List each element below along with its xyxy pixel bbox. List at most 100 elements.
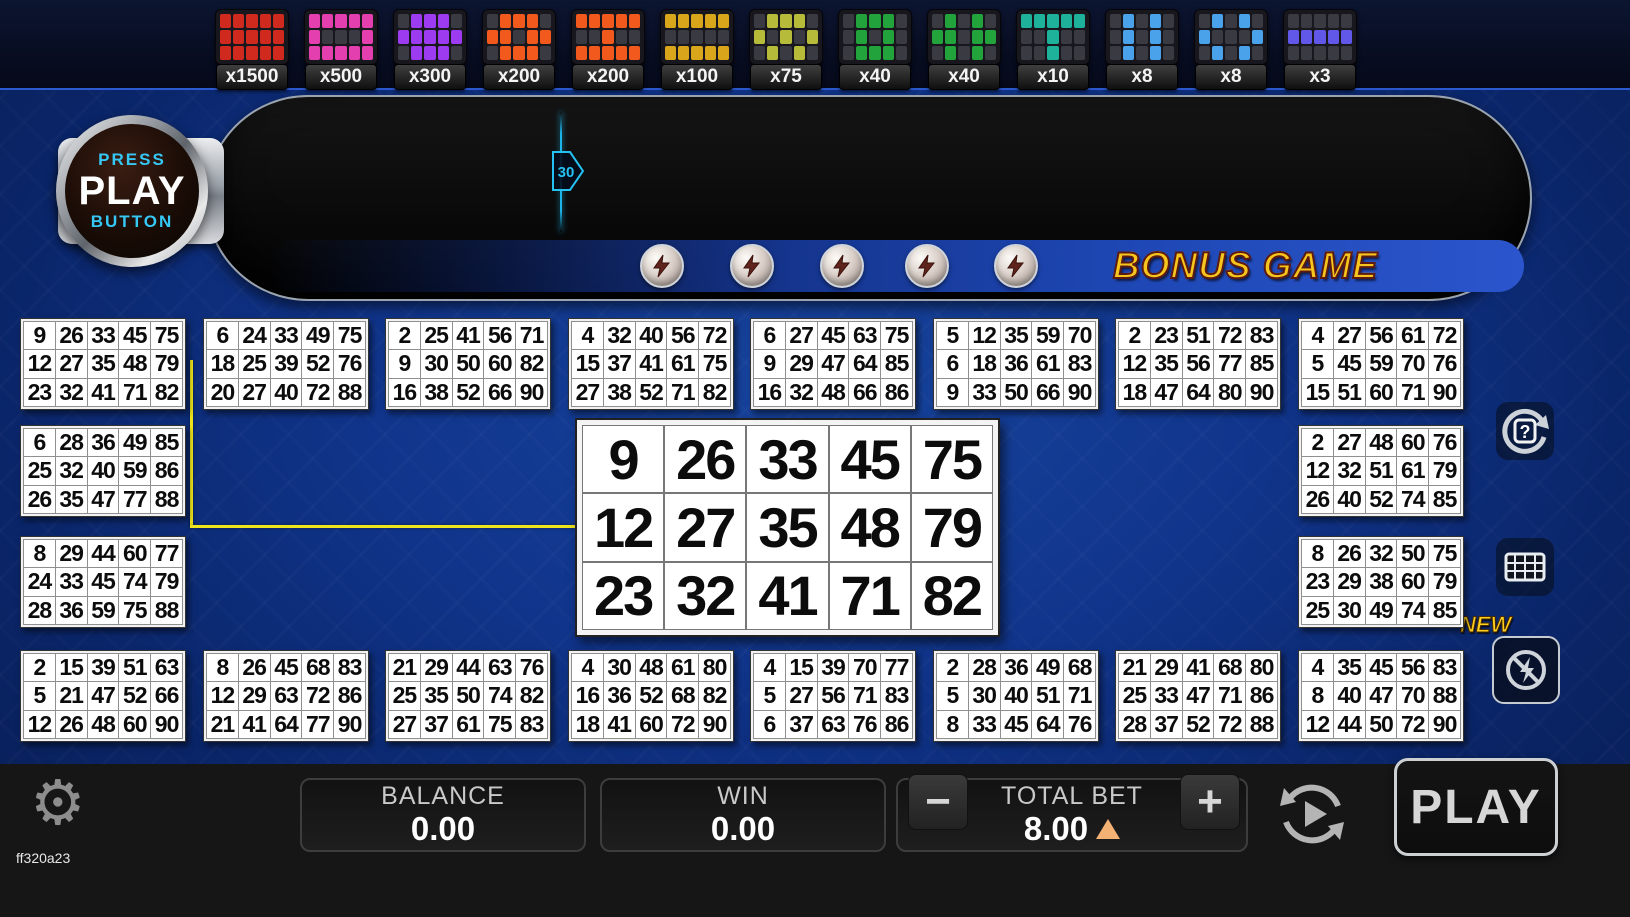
bingo-number: 72 (699, 322, 730, 349)
bingo-number: 61 (667, 350, 698, 377)
bingo-number: 47 (1366, 682, 1397, 709)
pattern-cell (273, 30, 284, 44)
bingo-card-right-1[interactable]: 22748607612325161792640527485 (1298, 425, 1464, 517)
bingo-card-top-6[interactable]: 512355970618366183933506690 (933, 318, 1099, 410)
bingo-card-top-7[interactable]: 22351728312355677851847648090 (1115, 318, 1281, 410)
help-button[interactable]: ? (1496, 402, 1554, 460)
bingo-number: 8 (1302, 682, 1333, 709)
bingo-number: 83 (1246, 322, 1277, 349)
bingo-card-top-8[interactable]: 4275661725455970761551607190 (1298, 318, 1464, 410)
multiplier-pattern (571, 9, 645, 65)
bingo-card-bottom-8[interactable]: 4354556838404770881244507290 (1298, 650, 1464, 742)
bingo-card-top-1[interactable]: 92633457512273548792332417182 (20, 318, 186, 410)
bingo-number: 61 (1397, 322, 1428, 349)
multiplier-label: x200 (483, 64, 555, 90)
bingo-number: 40 (88, 457, 119, 484)
bingo-number: 76 (849, 711, 880, 738)
pattern-cell (896, 14, 907, 28)
bingo-number: 83 (1429, 654, 1460, 681)
bingo-number: 61 (667, 654, 698, 681)
pattern-cell (767, 46, 778, 60)
bingo-number: 6 (207, 322, 238, 349)
bingo-number: 48 (818, 379, 849, 406)
pattern-cell (362, 46, 373, 60)
pattern-cell (958, 46, 969, 60)
bingo-number: 82 (912, 563, 992, 629)
bingo-number: 60 (636, 711, 667, 738)
bingo-number: 52 (453, 379, 484, 406)
bingo-number: 18 (969, 350, 1000, 377)
bingo-number: 32 (604, 322, 635, 349)
pattern-cell (602, 14, 613, 28)
bingo-number: 15 (786, 654, 817, 681)
press-play-button[interactable]: PRESS PLAY BUTTON (56, 115, 208, 267)
multiplier-tile-x200: x200 (571, 9, 645, 90)
bingo-number: 90 (1064, 379, 1095, 406)
bingo-number: 41 (747, 563, 827, 629)
bingo-grid: 4354556838404770881244507290 (1301, 653, 1461, 739)
multiplier-label: x300 (394, 64, 466, 90)
bingo-card-left-1[interactable]: 62836498525324059862635477788 (20, 425, 186, 517)
bingo-card-bottom-4[interactable]: 43048618016365268821841607290 (568, 650, 734, 742)
bingo-number: 77 (302, 711, 333, 738)
pattern-cell (362, 30, 373, 44)
bingo-card-top-4[interactable]: 43240567215374161752738527182 (568, 318, 734, 410)
bingo-card-top-2[interactable]: 62433497518253952762027407288 (203, 318, 369, 410)
bingo-grid: 82645688312296372862141647790 (206, 653, 366, 739)
bingo-number: 9 (937, 379, 968, 406)
multiplier-label: x500 (305, 64, 377, 90)
bingo-number: 71 (516, 322, 547, 349)
multiplier-tile-x300: x300 (393, 9, 467, 90)
bingo-number: 27 (389, 711, 420, 738)
bingo-card-bottom-1[interactable]: 2153951635214752661226486090 (20, 650, 186, 742)
pattern-cell (883, 30, 894, 44)
pattern-cell (513, 30, 524, 44)
bingo-card-bottom-6[interactable]: 228364968530405171833456476 (933, 650, 1099, 742)
total-bet-label: TOTAL BET (1001, 783, 1143, 811)
bingo-number: 12 (207, 682, 238, 709)
multiplier-label: x3 (1284, 64, 1356, 90)
bingo-number: 26 (665, 426, 745, 492)
turbo-toggle-button[interactable] (1492, 636, 1560, 704)
bonus-progress-bar: BONUS GAME (268, 240, 1524, 292)
bingo-number: 68 (1064, 654, 1095, 681)
play-button[interactable]: PLAY (1394, 758, 1558, 856)
bingo-card-top-5[interactable]: 6274563759294764851632486686 (750, 318, 916, 410)
autoplay-button[interactable] (1272, 774, 1352, 854)
bingo-grid: 43048618016365268821841607290 (571, 653, 731, 739)
bingo-number: 33 (969, 379, 1000, 406)
card-view-button[interactable] (1496, 538, 1554, 596)
multiplier-tile-x500: x500 (304, 9, 378, 90)
bingo-card-bottom-2[interactable]: 82645688312296372862141647790 (203, 650, 369, 742)
bet-increase-button[interactable]: + (1180, 774, 1240, 830)
bingo-number: 40 (636, 322, 667, 349)
lightning-icon (1004, 254, 1028, 278)
bingo-number: 41 (604, 711, 635, 738)
bingo-number: 36 (88, 429, 119, 456)
bingo-card-top-3[interactable]: 2254156719305060821638526690 (385, 318, 551, 410)
pattern-cell (1252, 30, 1263, 44)
bingo-card-bottom-5[interactable]: 415397077527567183637637686 (750, 650, 916, 742)
bingo-card-right-2[interactable]: 82632507523293860792530497485 (1298, 536, 1464, 628)
pattern-cell (856, 30, 867, 44)
pattern-cell (1225, 46, 1236, 60)
bet-decrease-button[interactable]: − (908, 774, 968, 830)
bingo-card-left-2[interactable]: 82944607724334574792836597588 (20, 536, 186, 628)
bingo-number: 85 (1246, 350, 1277, 377)
bingo-card-bottom-7[interactable]: 212941688025334771862837527288 (1115, 650, 1281, 742)
pattern-cell (1061, 14, 1072, 28)
pattern-cell (691, 30, 702, 44)
bingo-number: 4 (754, 654, 785, 681)
bingo-number: 30 (604, 654, 635, 681)
pattern-cell (932, 46, 943, 60)
pattern-cell (945, 30, 956, 44)
pattern-cell (616, 14, 627, 28)
bingo-number: 35 (56, 486, 87, 513)
bottom-bar: ⚙ ff320a23 BALANCE 0.00 WIN 0.00 TOTAL B… (0, 764, 1630, 917)
total-bet-value-row: 8.00 (1024, 811, 1120, 847)
pattern-cell (500, 14, 511, 28)
pattern-cell (1163, 46, 1174, 60)
settings-gear-button[interactable]: ⚙ (30, 772, 86, 834)
bingo-number: 35 (1151, 350, 1182, 377)
bingo-card-bottom-3[interactable]: 212944637625355074822737617583 (385, 650, 551, 742)
